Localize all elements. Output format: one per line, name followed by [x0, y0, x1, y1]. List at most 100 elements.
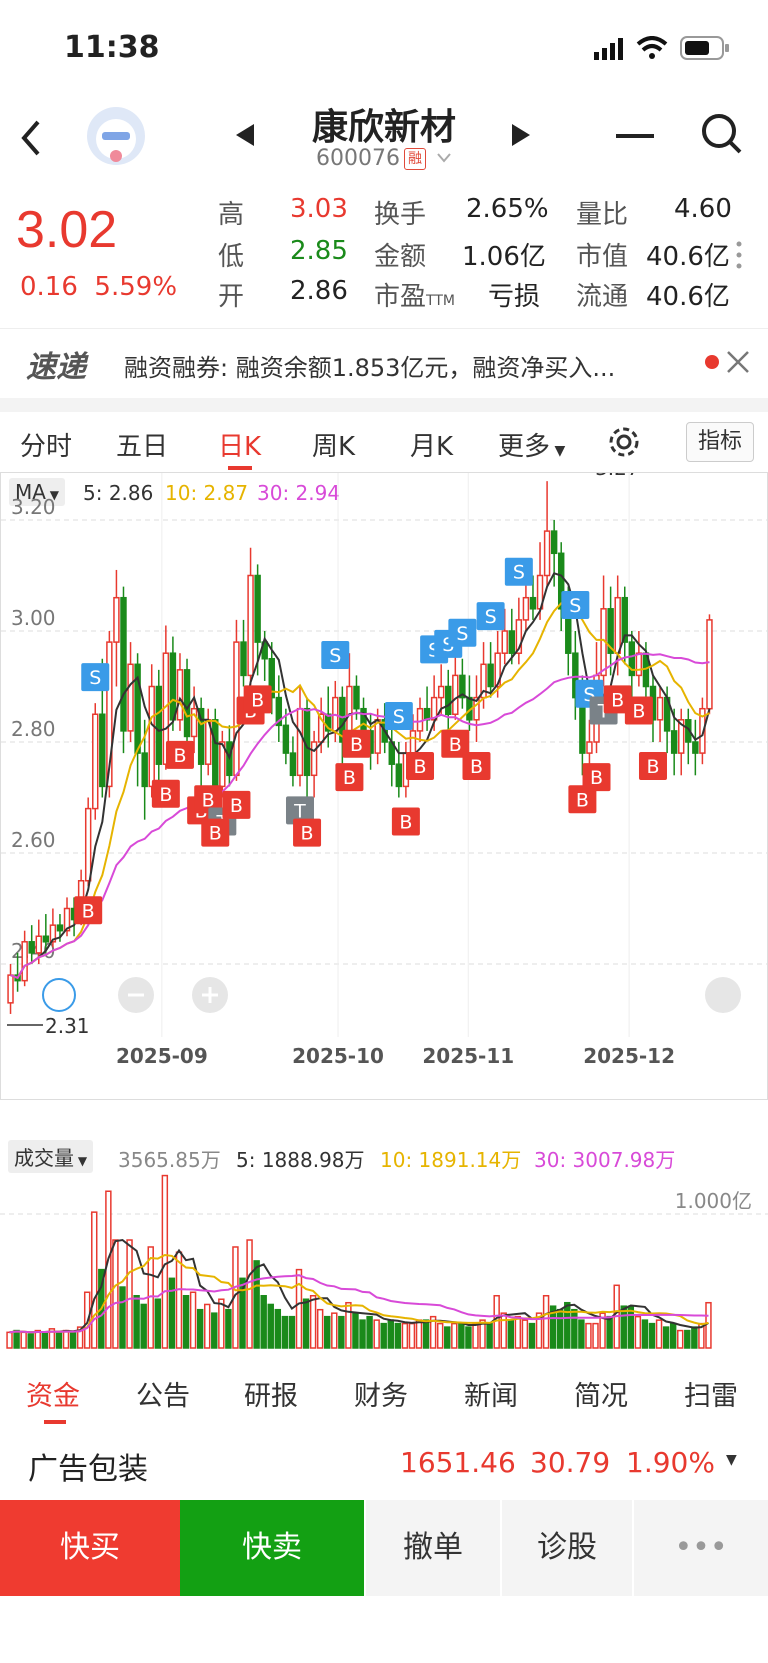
signal-label: B [350, 734, 363, 756]
sector-name: 广告包装 [28, 1452, 148, 1487]
chevron-down-icon[interactable] [436, 152, 452, 164]
minus-icon[interactable] [616, 132, 656, 140]
tab-finance[interactable]: 财务 [354, 1374, 408, 1413]
volume-bar-up [161, 1174, 169, 1349]
tab-weekly-k[interactable]: 周K [312, 426, 355, 463]
candle-down [692, 741, 699, 754]
quick-buy-button[interactable]: 快买 [0, 1500, 180, 1596]
volume-bar-down [684, 1329, 691, 1349]
battery-icon [680, 36, 729, 60]
signal-label: S [89, 667, 101, 689]
tab-announcements[interactable]: 公告 [136, 1374, 190, 1413]
more-vertical-icon[interactable] [736, 240, 742, 270]
tab-risk[interactable]: 扫雷 [684, 1374, 738, 1413]
volume-bar-down [366, 1315, 373, 1349]
tab-funds[interactable]: 资金 [26, 1374, 80, 1413]
signal-label: B [646, 756, 659, 778]
volume-bar-up [331, 1312, 338, 1349]
candle-up [635, 652, 643, 677]
volume-bar-up [472, 1322, 479, 1349]
volume-bar-down [571, 1308, 578, 1349]
volume-bar-up [6, 1331, 13, 1349]
signal-label: S [329, 645, 341, 667]
tab-more[interactable]: 更多 ▼ [498, 426, 565, 463]
volume-bar-up [542, 1294, 550, 1349]
volume-bar-down [267, 1303, 274, 1349]
signal-label: B [159, 784, 172, 806]
candle-down [445, 685, 452, 715]
candle-up [21, 941, 28, 982]
pe-label: 市盈TTM [374, 276, 455, 313]
tab-monthly-k[interactable]: 月K [410, 426, 453, 463]
tab-research[interactable]: 研报 [244, 1374, 298, 1413]
volume-bar-up [677, 1329, 684, 1349]
stock-code: 600076 [316, 146, 400, 171]
quick-sell-button[interactable]: 快卖 [180, 1500, 364, 1596]
volume-bar-up [246, 1239, 253, 1349]
candle-up [586, 741, 593, 754]
candle-down [254, 574, 261, 643]
candle-down [508, 630, 516, 654]
volume-bar-up [175, 1251, 183, 1349]
signal-label: B [632, 701, 645, 723]
tab-daily-k[interactable]: 日K [218, 426, 261, 463]
volume-bar-up [309, 1294, 317, 1349]
news-text: 融资融券: 融资余额1.853亿元，融资净买入... [124, 354, 616, 382]
settings-gear-icon[interactable] [606, 424, 642, 460]
volume-bar-up [345, 1301, 352, 1349]
volume-bar-down [394, 1322, 402, 1349]
volume-bar-down [154, 1298, 162, 1349]
indicator-button[interactable]: 指标 [686, 422, 754, 462]
price-change: 0.16 5.59% [20, 272, 177, 302]
signal-label: B [209, 823, 222, 845]
volume-bar-up [451, 1322, 458, 1349]
kline-chart[interactable]: MA ▼ 5: 2.86 10: 2.87 30: 2.94 3.20 3.00 2… [0, 472, 768, 1100]
close-icon[interactable] [726, 350, 750, 374]
tab-news[interactable]: 新闻 [464, 1374, 518, 1413]
volume-bar-up [436, 1322, 444, 1349]
volume-bar-down [168, 1277, 176, 1349]
tab-intraday[interactable]: 分时 [20, 426, 72, 463]
chart-tabs: 分时 五日 日K 周K 月K 更多 ▼ 指标 [0, 412, 768, 473]
stock-name: 康欣新材 [311, 107, 456, 148]
turnover-label: 换手 [374, 200, 427, 230]
volume-bar-down [691, 1326, 698, 1349]
signal-label: B [590, 767, 603, 789]
candle-down [212, 719, 219, 788]
next-stock-icon[interactable] [510, 122, 532, 148]
red-dot-icon [705, 355, 719, 369]
candle-down [183, 669, 191, 738]
volume-bar-up [62, 1329, 70, 1349]
diagnose-button[interactable]: 诊股 [502, 1500, 632, 1596]
volume-bar-up [373, 1319, 380, 1349]
search-icon[interactable] [700, 112, 744, 156]
volume-bar-up [105, 1190, 112, 1349]
change-percent: 5.59% [94, 272, 178, 302]
more-button[interactable]: ••• [634, 1500, 768, 1596]
tab-five-day[interactable]: 五日 [116, 426, 168, 463]
sector-row[interactable]: 广告包装 1651.46 30.79 1.90% ▼ [0, 1430, 768, 1500]
tab-profile[interactable]: 简况 [574, 1374, 628, 1413]
volume-bar-down [211, 1312, 218, 1349]
caret-down-icon[interactable]: ▼ [726, 1452, 737, 1468]
volume-bar-up [112, 1239, 119, 1349]
news-ticker[interactable]: 速递 融资融券: 融资余额1.853亿元，融资净买入... [0, 330, 768, 398]
volume-bar-up [514, 1315, 522, 1349]
divider [0, 398, 768, 412]
current-price: 3.02 [16, 201, 118, 259]
volume-bar-down [620, 1305, 627, 1349]
sector-value: 1651.46 [400, 1446, 516, 1479]
candle-down [42, 935, 50, 943]
cancel-order-button[interactable]: 撤单 [366, 1500, 500, 1596]
sector-change: 30.79 [530, 1446, 611, 1479]
volume-chart[interactable]: 1.000亿 [0, 1130, 768, 1350]
volume-bar-up [415, 1319, 423, 1349]
volume-bar-up [316, 1308, 324, 1349]
volume-bar-down [556, 1308, 564, 1349]
nav-bar: 康欣新材 600076 融 [0, 92, 768, 188]
market-cap-value: 40.6亿 [646, 242, 730, 272]
volume-bar-down [669, 1322, 677, 1349]
candle-down [353, 685, 360, 710]
volume-bar-up [500, 1312, 507, 1349]
volume-bar-down [225, 1308, 232, 1349]
